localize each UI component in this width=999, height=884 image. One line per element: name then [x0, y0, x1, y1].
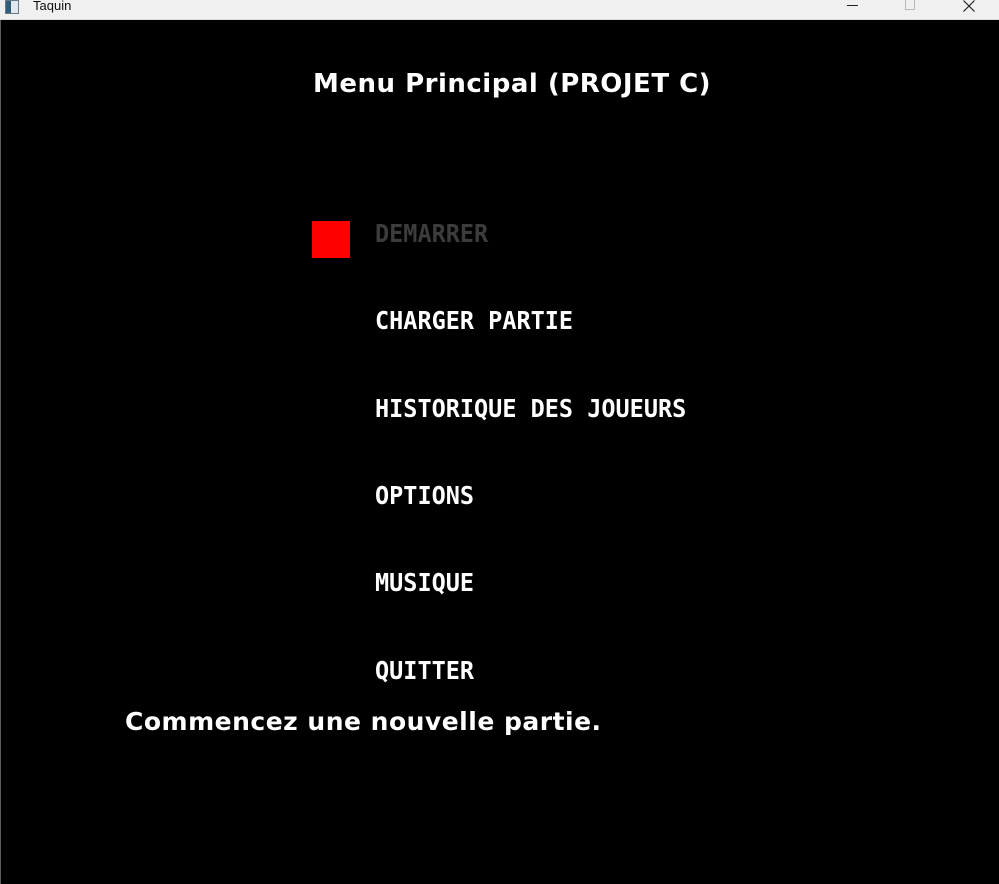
- menu-title: Menu Principal (PROJET C): [313, 69, 712, 99]
- minimize-icon: [847, 5, 858, 6]
- menu-item-historique-des-joueurs[interactable]: HISTORIQUE DES JOUEURS: [375, 394, 686, 424]
- minimize-button[interactable]: [832, 0, 872, 19]
- menu-item-musique[interactable]: MUSIQUE: [375, 568, 474, 598]
- menu-item-demarrer[interactable]: DEMARRER: [375, 219, 488, 249]
- window-title: Taquin: [33, 0, 72, 13]
- game-window: Taquin Menu Principal (PROJET C) DEMARRE…: [0, 0, 999, 884]
- window-titlebar[interactable]: Taquin: [0, 0, 999, 20]
- app-window-icon: [5, 0, 19, 14]
- maximize-button[interactable]: [890, 0, 930, 19]
- window-frame: [0, 20, 1, 884]
- selection-cursor: [312, 221, 350, 258]
- menu-item-charger-partie[interactable]: CHARGER PARTIE: [375, 306, 573, 336]
- close-icon: [963, 0, 975, 12]
- close-button[interactable]: [948, 0, 988, 19]
- menu-item-options[interactable]: OPTIONS: [375, 481, 474, 511]
- menu-item-quitter[interactable]: QUITTER: [375, 656, 474, 686]
- menu-item-description: Commencez une nouvelle partie.: [125, 707, 602, 736]
- maximize-icon: [905, 0, 915, 10]
